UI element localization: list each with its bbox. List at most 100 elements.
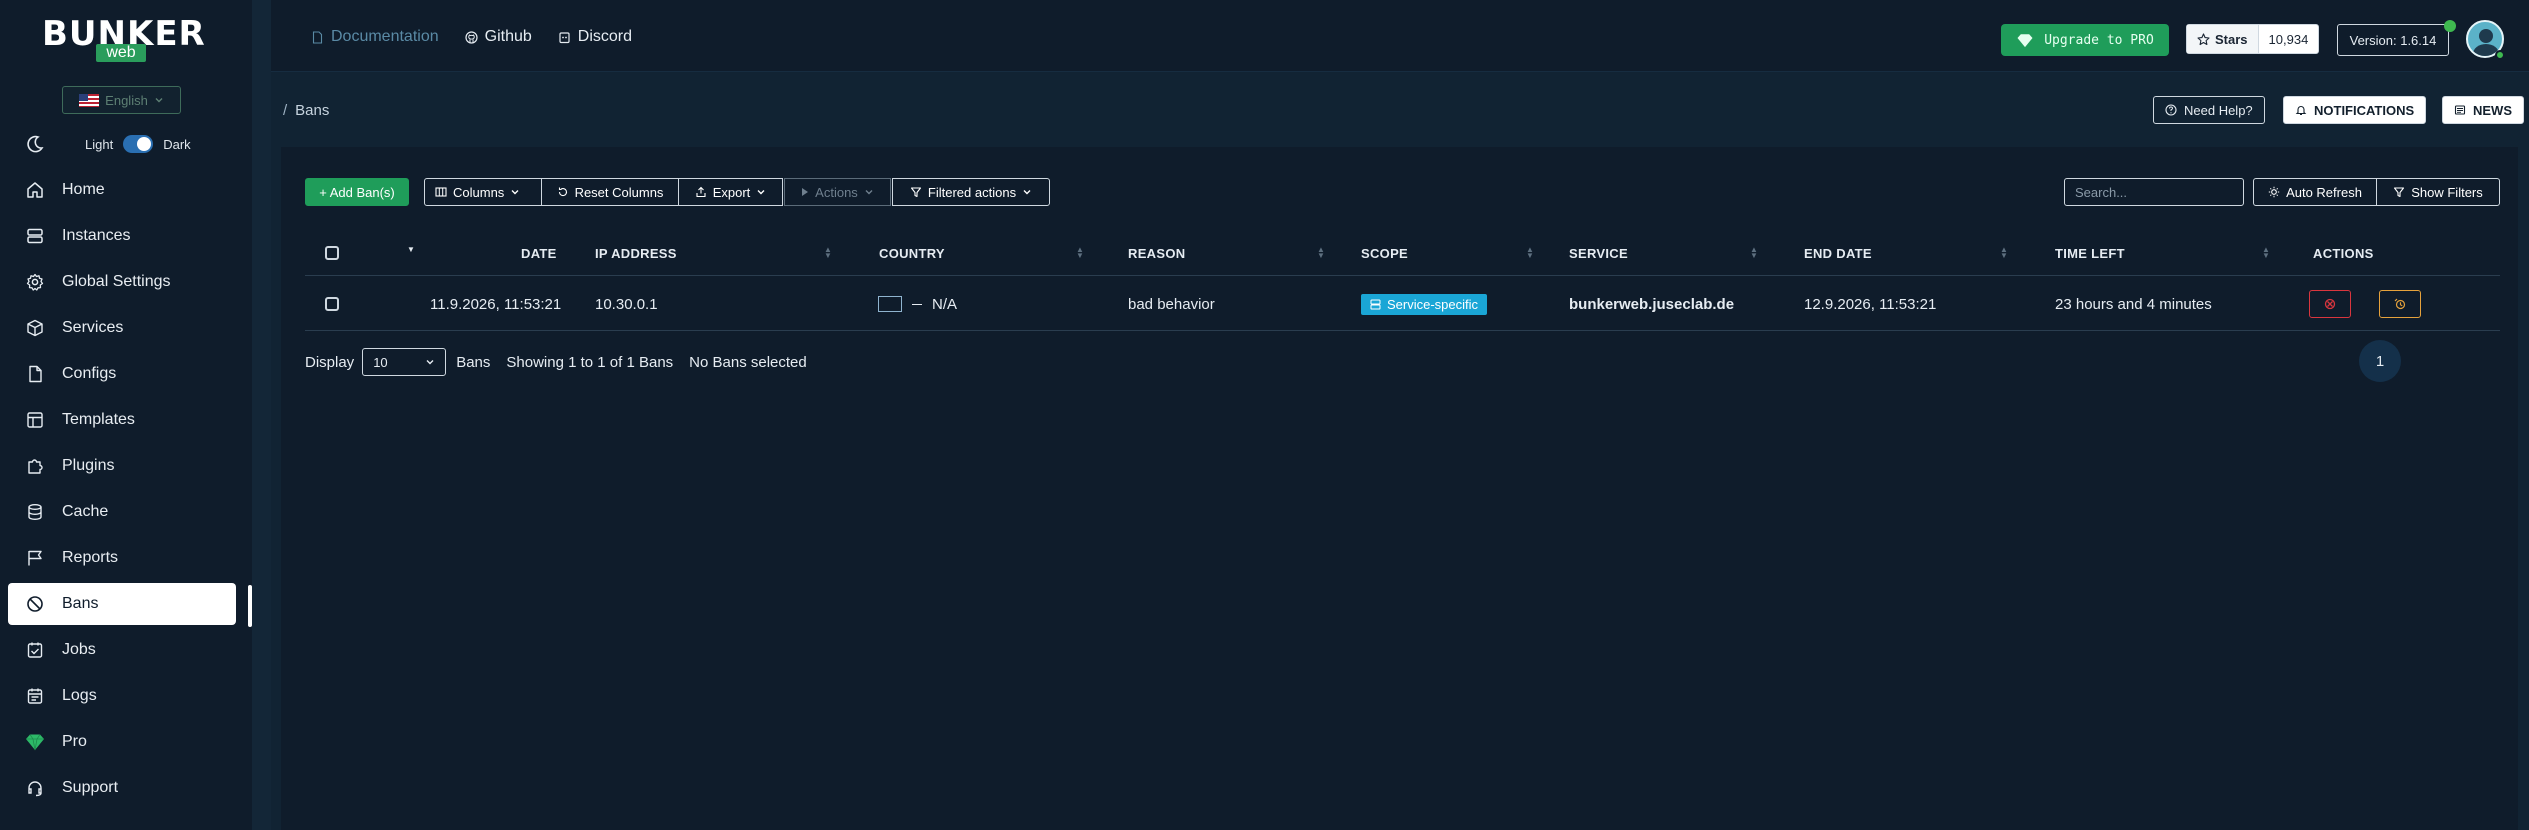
row-checkbox[interactable] xyxy=(325,297,339,311)
stars-button[interactable]: Stars xyxy=(2187,25,2259,53)
reset-icon xyxy=(558,187,567,197)
column-header-scope[interactable]: SCOPE xyxy=(1361,230,1408,276)
sidebar-item-home[interactable]: Home xyxy=(8,169,236,211)
show-filters-button[interactable]: Show Filters xyxy=(2376,178,2500,206)
sidebar-item-reports[interactable]: Reports xyxy=(8,537,236,579)
sort-desc-icon[interactable]: ▼ xyxy=(407,246,415,259)
sidebar-item-services[interactable]: Services xyxy=(8,307,236,349)
bunkerweb-logo[interactable]: BUNKER web xyxy=(42,16,205,62)
export-button[interactable]: Export xyxy=(678,178,783,206)
page-size-value: 10 xyxy=(373,354,388,370)
discord-icon xyxy=(559,31,570,43)
sidebar-item-configs[interactable]: Configs xyxy=(8,353,236,395)
column-header-date[interactable]: DATE xyxy=(521,230,557,276)
sidebar-item-logs[interactable]: Logs xyxy=(8,675,236,717)
calendar-check-icon xyxy=(25,640,45,660)
sidebar-item-label: Services xyxy=(62,319,124,336)
sort-icon[interactable]: ▲ ▼ xyxy=(824,246,832,260)
document-icon xyxy=(312,30,323,44)
sidebar-item-label: Global Settings xyxy=(62,273,171,290)
star-icon xyxy=(2197,32,2210,45)
theme-toggle[interactable] xyxy=(123,135,154,153)
breadcrumb-current[interactable]: Bans xyxy=(295,102,329,119)
unban-button[interactable] xyxy=(2309,290,2351,318)
reset-columns-button[interactable]: Reset Columns xyxy=(541,178,679,206)
column-header-time-left[interactable]: TIME LEFT xyxy=(2055,230,2125,276)
column-header-end-date[interactable]: END DATE xyxy=(1804,230,1872,276)
discord-link[interactable]: Discord xyxy=(558,28,632,46)
edit-ban-button[interactable] xyxy=(2379,290,2421,318)
ban-icon xyxy=(25,594,45,614)
main-content: + Add Ban(s) Columns Reset Columns Expor… xyxy=(271,147,2529,830)
auto-refresh-button[interactable]: Auto Refresh xyxy=(2253,178,2377,206)
github-icon xyxy=(465,30,478,44)
sidebar-item-cache[interactable]: Cache xyxy=(8,491,236,533)
notifications-button[interactable]: NOTIFICATIONS xyxy=(2283,96,2427,124)
need-help-button[interactable]: Need Help? xyxy=(2153,96,2265,124)
discord-label: Discord xyxy=(577,28,632,45)
sidebar-item-pro[interactable]: Pro xyxy=(8,721,236,763)
flag-icon xyxy=(25,548,45,568)
chevron-down-icon xyxy=(1023,190,1031,195)
news-button[interactable]: NEWS xyxy=(2442,96,2524,124)
sidebar-item-bans[interactable]: Bans xyxy=(8,583,236,625)
page-size-select[interactable]: 10 xyxy=(362,348,447,376)
update-indicator xyxy=(2444,20,2456,32)
sidebar-item-global-settings[interactable]: Global Settings xyxy=(8,261,236,303)
sort-icon[interactable]: ▲ ▼ xyxy=(2262,246,2270,260)
help-icon xyxy=(2165,104,2177,116)
github-stars[interactable]: Stars 10,934 xyxy=(2186,24,2320,54)
sidebar-item-label: Logs xyxy=(62,687,97,704)
column-header-reason[interactable]: REASON xyxy=(1128,230,1185,276)
actions-label: Actions xyxy=(815,184,858,200)
sort-icon[interactable]: ▲ ▼ xyxy=(1076,246,1084,260)
sidebar-item-label: Cache xyxy=(62,503,109,520)
bans-card: + Add Ban(s) Columns Reset Columns Expor… xyxy=(281,147,2518,830)
sort-icon[interactable]: ▲ ▼ xyxy=(1750,246,1758,260)
diamond-icon xyxy=(25,732,45,752)
documentation-link[interactable]: Documentation xyxy=(311,28,439,46)
sort-icon[interactable]: ▲ ▼ xyxy=(1526,246,1534,260)
sidebar-item-templates[interactable]: Templates xyxy=(8,399,236,441)
calendar-icon xyxy=(25,686,45,706)
chevron-down-icon xyxy=(426,360,434,365)
gear-icon xyxy=(25,272,45,292)
sidebar-item-label: Templates xyxy=(62,411,135,428)
sort-icon[interactable]: ▲ ▼ xyxy=(1317,246,1325,260)
filtered-actions-button[interactable]: Filtered actions xyxy=(892,178,1050,206)
theme-dark-label: Dark xyxy=(163,136,191,152)
version-badge[interactable]: Version: 1.6.14 xyxy=(2337,24,2449,56)
sort-icon[interactable]: ▲ ▼ xyxy=(2000,246,2008,260)
pagination-page-1[interactable]: 1 xyxy=(2359,340,2401,382)
sidebar-item-label: Configs xyxy=(62,365,117,382)
add-bans-button[interactable]: + Add Ban(s) xyxy=(305,178,409,206)
actions-button[interactable]: Actions xyxy=(784,178,891,206)
sidebar-item-instances[interactable]: Instances xyxy=(8,215,236,257)
sidebar-item-jobs[interactable]: Jobs xyxy=(8,629,236,671)
github-link[interactable]: Github xyxy=(465,28,532,46)
column-header-ip-address[interactable]: IP ADDRESS xyxy=(595,230,677,276)
search-input[interactable] xyxy=(2064,178,2244,206)
sidebar: BUNKER web English Light Dark Home Insta… xyxy=(0,0,252,830)
sidebar-item-plugins[interactable]: Plugins xyxy=(8,445,236,487)
filtered-actions-label: Filtered actions xyxy=(927,184,1017,200)
columns-button[interactable]: Columns xyxy=(424,178,542,206)
language-label: English xyxy=(105,92,148,108)
column-header-country[interactable]: COUNTRY xyxy=(879,230,945,276)
bell-icon xyxy=(2295,106,2307,116)
cell-service[interactable]: bunkerweb.juseclab.de xyxy=(1569,277,1734,331)
clock-edit-icon xyxy=(2394,298,2406,310)
file-icon xyxy=(25,364,45,384)
sidebar-nav: Home Instances Global Settings Services … xyxy=(8,169,236,813)
top-links: Documentation Github Discord xyxy=(311,28,632,46)
column-header-service[interactable]: SERVICE xyxy=(1569,230,1628,276)
database-icon xyxy=(25,502,45,522)
upgrade-pro-button[interactable]: Upgrade to PRO xyxy=(2001,24,2169,56)
export-icon xyxy=(696,186,706,198)
news-label: NEWS xyxy=(2473,102,2512,118)
cell-actions xyxy=(2309,277,2421,331)
select-all-checkbox[interactable] xyxy=(325,246,339,260)
language-select[interactable]: English xyxy=(62,86,181,114)
sidebar-item-support[interactable]: Support xyxy=(8,767,236,809)
stars-count[interactable]: 10,934 xyxy=(2259,25,2319,53)
